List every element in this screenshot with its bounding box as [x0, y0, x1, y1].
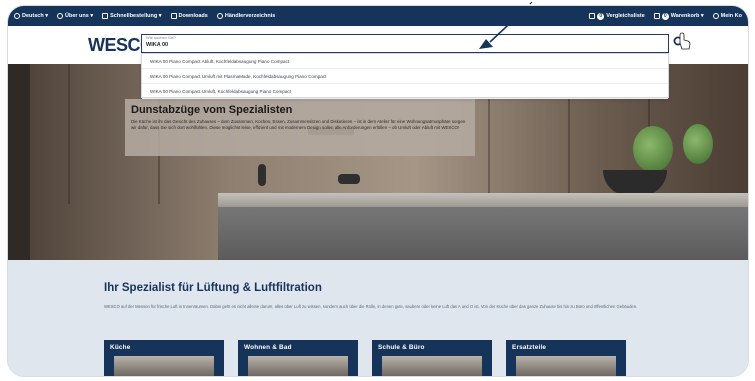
suggestion-item[interactable]: WIKA 00 Piano Compact Umluft, Kochfeldab…: [142, 84, 668, 99]
account-menu[interactable]: Mein Ko: [712, 13, 742, 19]
cart-count-badge: 0: [661, 12, 669, 20]
hero-text-panel: Dunstabzüge vom Spezialisten Die Küche i…: [125, 99, 475, 156]
pot-image: [338, 174, 360, 184]
category-label: Ersatzteile: [512, 344, 547, 351]
cart-icon: [653, 13, 660, 19]
category-tile-ersatzteile[interactable]: Ersatzteile: [506, 340, 626, 376]
search-input-value: WIKA 00: [146, 42, 169, 48]
wall-plank: [68, 64, 70, 204]
compare-list-link[interactable]: 0 Vergleichsliste: [589, 12, 645, 20]
globe-icon: [14, 13, 20, 19]
compare-icon: [589, 13, 596, 19]
category-label: Küche: [110, 344, 131, 351]
plant-image: [683, 124, 713, 164]
cart-menu[interactable]: 0 Warenkorb ▾: [653, 12, 704, 20]
category-tile-kueche[interactable]: Küche: [104, 340, 224, 376]
category-label: Schule & Büro: [378, 344, 425, 351]
countertop-image: [218, 193, 748, 207]
search-input-label: Wie suchen Sie?: [146, 35, 177, 40]
cabinet-image: [8, 64, 30, 260]
top-navigation-bar: Deutsch ▾ Über uns ▾ Schnellbestellung ▾…: [8, 6, 748, 26]
category-image: [114, 356, 214, 376]
section-title: Ihr Spezialist für Lüftung & Luftfiltrat…: [104, 282, 322, 294]
category-tile-schule-buero[interactable]: Schule & Büro: [372, 340, 492, 376]
category-label: Wohnen & Bad: [244, 344, 292, 351]
info-icon: [57, 13, 63, 19]
category-image: [248, 356, 348, 376]
compare-count-badge: 0: [597, 12, 605, 20]
bottle-image: [258, 164, 266, 186]
suggestion-item[interactable]: WIKA 00 Piano Compact Abluft, Kochfeldab…: [142, 54, 668, 69]
hero-text: Die Küche ist ihr das Gesicht des Zuhaus…: [131, 119, 466, 130]
quick-order-menu[interactable]: Schnellbestellung ▾: [102, 13, 162, 19]
search-input[interactable]: Wie suchen Sie? WIKA 00: [141, 34, 669, 53]
category-image: [516, 356, 616, 376]
dealer-directory-link[interactable]: Händlerverzeichnis: [216, 13, 275, 19]
download-icon: [170, 13, 177, 19]
counter-front-image: [218, 207, 748, 260]
category-image: [382, 356, 482, 376]
about-us-menu[interactable]: Über uns ▾: [57, 13, 93, 19]
search-icon[interactable]: [672, 35, 686, 51]
plant-image: [633, 126, 673, 172]
category-tiles: Küche Wohnen & Bad Schule & Büro Ersatzt…: [104, 340, 626, 376]
section-text: WESCO auf der Messen für frische Luft in…: [104, 304, 638, 309]
hero-title: Dunstabzüge vom Spezialisten: [131, 104, 293, 116]
location-icon: [216, 13, 223, 19]
user-icon: [712, 13, 719, 19]
specialist-section: Ihr Spezialist für Lüftung & Luftfiltrat…: [8, 260, 748, 376]
lightning-icon: [102, 13, 109, 19]
language-menu[interactable]: Deutsch ▾: [14, 13, 48, 19]
category-tile-wohnen-bad[interactable]: Wohnen & Bad: [238, 340, 358, 376]
browser-frame: Deutsch ▾ Über uns ▾ Schnellbestellung ▾…: [8, 6, 748, 376]
search-suggestions: WIKA 00 Piano Compact Abluft, Kochfeldab…: [141, 53, 669, 99]
suggestion-item[interactable]: WIKA 00 Piano Compact Umluft mit PlasmaM…: [142, 69, 668, 84]
downloads-link[interactable]: Downloads: [170, 13, 208, 19]
